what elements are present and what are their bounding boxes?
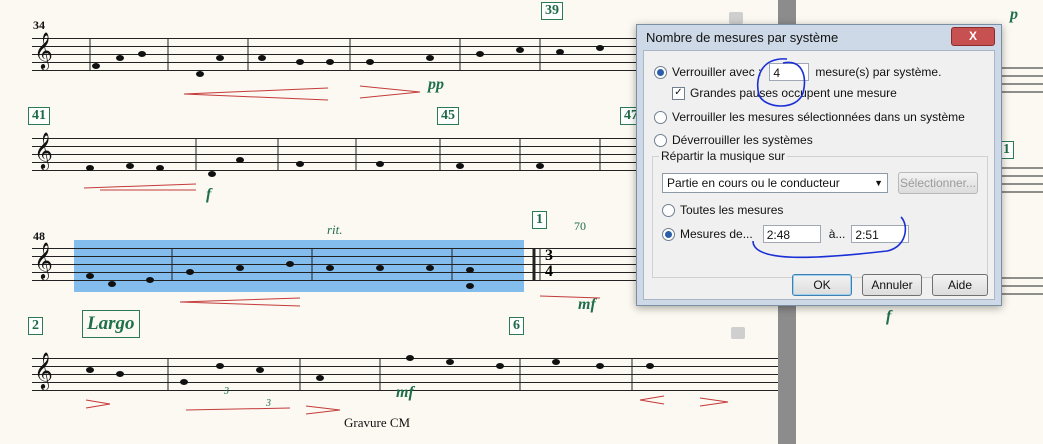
measures-from-label: Mesures de... [680, 227, 753, 241]
to-label: à... [828, 227, 846, 241]
unlock-label: Déverrouiller les systèmes [672, 133, 813, 147]
cancel-button[interactable]: Annuler [862, 274, 922, 296]
treble-clef-icon: 𝄞 [34, 351, 53, 389]
all-measures-label: Toutes les mesures [680, 203, 784, 217]
large-rests-checkbox[interactable]: ✓ [672, 86, 685, 100]
close-button[interactable]: X [951, 27, 995, 46]
measures-range-radio[interactable] [662, 227, 675, 241]
tuplet-number: 3 [224, 386, 229, 397]
large-rests-row[interactable]: ✓ Grandes pauses occupent une mesure [672, 86, 897, 100]
measures-per-system-label: mesure(s) par système. [815, 65, 942, 79]
all-measures-radio[interactable] [662, 203, 675, 217]
all-measures-row[interactable]: Toutes les mesures [662, 203, 783, 217]
lock-selected-radio[interactable] [654, 110, 667, 124]
rehearsal-mark[interactable]: 2 [28, 317, 43, 335]
measures-range-row[interactable]: Mesures de... 2:48 à... 2:51 [662, 225, 910, 243]
tempo-marking-largo[interactable]: Largo [82, 310, 140, 338]
dynamic-mark[interactable]: f [886, 308, 891, 326]
measures-per-system-dialog[interactable]: Nombre de mesures par système X Verrouil… [636, 24, 1002, 306]
rehearsal-mark[interactable]: 6 [509, 317, 524, 335]
part-select-value: Partie en cours ou le conducteur [667, 176, 840, 190]
ok-button[interactable]: OK [792, 274, 852, 296]
dynamic-mark[interactable]: mf [578, 296, 596, 314]
engraver-credit: Gravure CM [344, 415, 411, 430]
lock-with-radio[interactable] [654, 65, 667, 79]
distribute-label: Répartir la musique sur [659, 149, 788, 163]
unlock-radio[interactable] [654, 133, 667, 147]
treble-clef-icon: 𝄞 [34, 131, 53, 169]
lock-with-row[interactable]: Verrouiller avec : 4 mesure(s) par systè… [654, 63, 941, 81]
lock-icon[interactable] [729, 12, 743, 24]
time-signature-bottom: 4 [545, 263, 553, 280]
dialog-titlebar[interactable]: Nombre de mesures par système X [637, 25, 1001, 49]
large-rests-label: Grandes pauses occupent une mesure [690, 86, 897, 100]
help-button[interactable]: Aide [932, 274, 988, 296]
select-button[interactable]: Sélectionner... [898, 172, 978, 194]
tuplet-number: 3 [266, 398, 271, 409]
dialog-title: Nombre de mesures par système [646, 30, 839, 45]
metronome-mark[interactable]: 70 [574, 219, 586, 234]
treble-clef-icon: 𝄞 [34, 31, 53, 69]
dialog-body: Verrouiller avec : 4 mesure(s) par systè… [643, 50, 995, 300]
lock-selected-row[interactable]: Verrouiller les mesures sélectionnées da… [654, 110, 965, 124]
to-measure-input[interactable]: 2:51 [851, 225, 910, 243]
time-signature-top: 3 [545, 247, 553, 264]
dynamic-mark[interactable]: p [1010, 6, 1018, 24]
lock-with-label: Verrouiller avec : [672, 65, 762, 79]
dynamic-mark[interactable]: pp [428, 76, 444, 94]
treble-clef-icon: 𝄞 [34, 241, 53, 279]
lock-icon[interactable] [731, 327, 745, 339]
rehearsal-mark[interactable]: 41 [28, 107, 50, 125]
dynamic-mark[interactable]: mf [396, 384, 414, 402]
rehearsal-mark[interactable]: 1 [532, 211, 547, 229]
rehearsal-mark[interactable]: 39 [541, 2, 563, 20]
dynamic-mark[interactable]: f [206, 186, 211, 204]
rit-marking[interactable]: rit. [327, 222, 343, 238]
unlock-row[interactable]: Déverrouiller les systèmes [654, 133, 813, 147]
measures-count-input[interactable]: 4 [769, 63, 810, 81]
part-select[interactable]: Partie en cours ou le conducteur ▼ [662, 173, 888, 193]
rehearsal-mark[interactable]: 45 [437, 107, 459, 125]
lock-selected-label: Verrouiller les mesures sélectionnées da… [672, 110, 965, 124]
from-measure-input[interactable]: 2:48 [762, 225, 821, 243]
chevron-down-icon: ▼ [874, 178, 883, 188]
